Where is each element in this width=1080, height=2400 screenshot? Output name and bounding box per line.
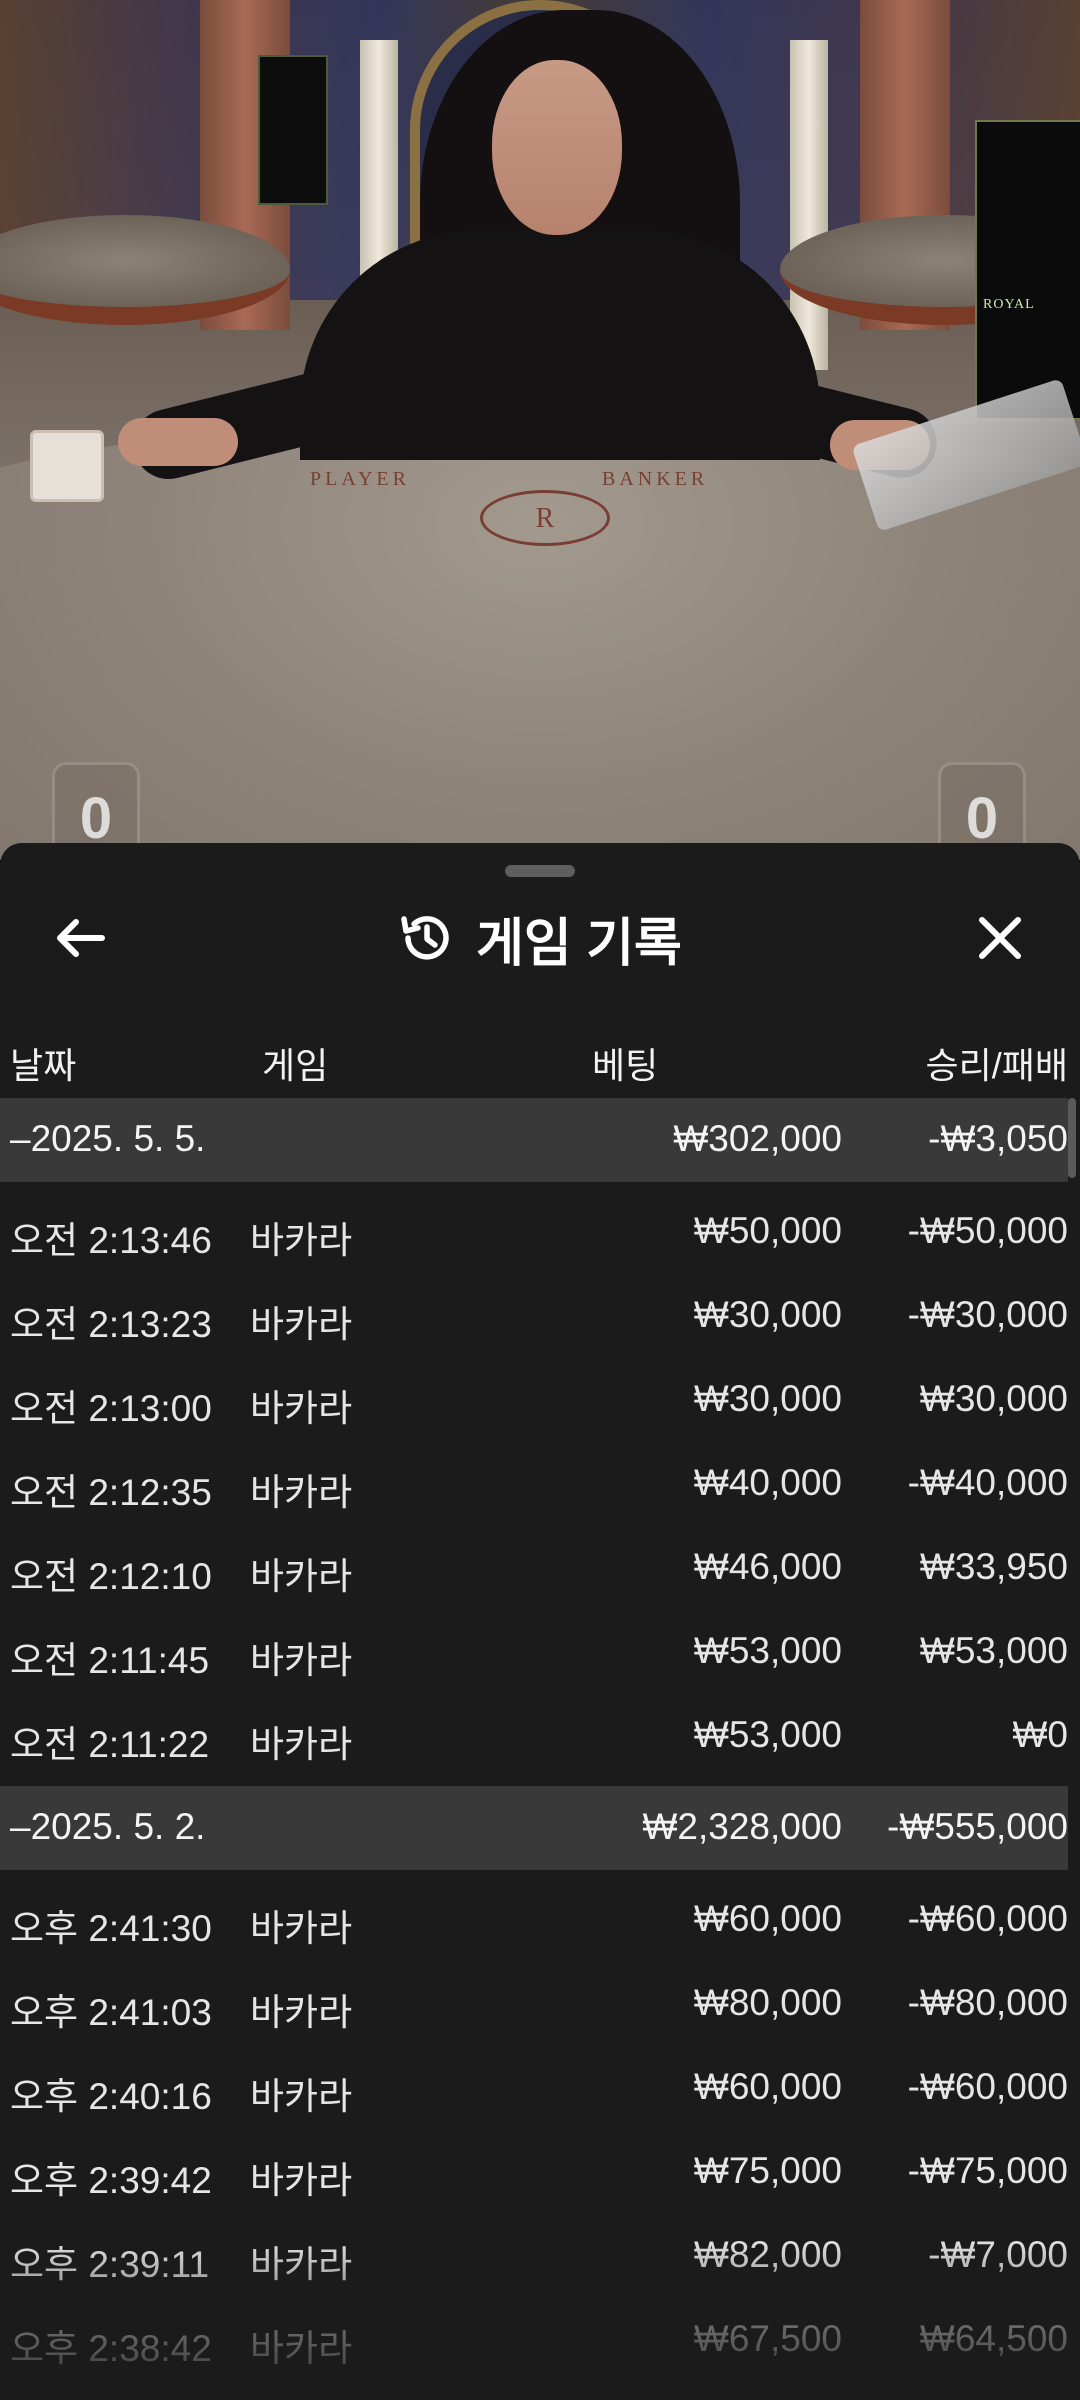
row-result: ₩30,000 [919,1378,1068,1419]
column-header-bet: 베팅 [592,1045,659,1086]
scrollbar[interactable] [1068,1098,1076,1178]
row-game: 바카라 [250,1472,353,1513]
history-row[interactable]: 오전 2:13:46 바카라 ₩50,000 -₩50,000 [0,1190,1068,1274]
history-row[interactable]: 오후 2:41:30 바카라 ₩60,000 -₩60,000 [0,1878,1068,1962]
row-time: 오후 2:40:16 [10,2076,212,2117]
row-bet: ₩53,000 [693,1630,842,1671]
row-time: 오후 2:41:03 [10,1992,212,2033]
row-result: ₩53,000 [919,1630,1068,1671]
row-game: 바카라 [250,1908,353,1949]
history-row[interactable]: 오전 2:13:23 바카라 ₩30,000 -₩30,000 [0,1274,1068,1358]
row-bet: ₩67,500 [693,2318,842,2359]
history-row[interactable]: 오전 2:12:35 바카라 ₩40,000 -₩40,000 [0,1442,1068,1526]
game-history-sheet: 게임 기록 날짜 게임 베팅 승리/패배 –2025. 5. 5. ₩302,0… [0,843,1080,2400]
row-result: -₩60,000 [907,1898,1068,1939]
row-bet: ₩53,000 [693,1714,842,1755]
table-emblem: R [480,490,610,546]
sheet-header: 게임 기록 [0,883,1080,993]
row-bet: ₩40,000 [693,1462,842,1503]
row-time: 오전 2:12:10 [10,1556,212,1597]
row-game: 바카라 [250,1556,353,1597]
drag-handle[interactable] [505,865,575,877]
row-bet: ₩60,000 [693,1898,842,1939]
table-sign [258,55,328,205]
dealer-face [492,60,622,235]
row-game: 바카라 [250,1992,353,2033]
row-game: 바카라 [250,2160,353,2201]
history-list[interactable]: –2025. 5. 5. ₩302,000 -₩3,050 오전 2:13:46… [0,1098,1068,2382]
card-deck [30,430,104,502]
table-sign: ROYAL [975,120,1080,420]
row-time: 오전 2:13:23 [10,1304,212,1345]
group-total-bet: ₩302,000 [673,1118,842,1159]
banker-felt-label: BANKER [602,468,709,490]
date-group-row[interactable]: –2025. 5. 5. ₩302,000 -₩3,050 [0,1098,1068,1182]
row-result: -₩75,000 [907,2150,1068,2191]
row-time: 오후 2:39:11 [10,2244,210,2285]
group-date: –2025. 5. 5. [10,1118,206,1159]
group-total-result: -₩3,050 [928,1118,1068,1159]
row-result: -₩80,000 [907,1982,1068,2023]
row-bet: ₩60,000 [693,2066,842,2107]
history-row[interactable]: 오전 2:13:00 바카라 ₩30,000 ₩30,000 [0,1358,1068,1442]
dealer-hand [118,418,238,466]
history-row[interactable]: 오후 2:38:42 바카라 ₩67,500 ₩64,500 [0,2298,1068,2382]
row-game: 바카라 [250,1220,353,1261]
row-result: -₩7,000 [928,2234,1068,2275]
row-result: -₩40,000 [907,1462,1068,1503]
row-result: ₩0 [1012,1714,1069,1755]
row-time: 오전 2:11:22 [10,1724,210,1765]
group-total-result: -₩555,000 [887,1806,1068,1847]
row-bet: ₩50,000 [693,1210,842,1251]
column-header-game: 게임 [262,1045,329,1086]
row-time: 오후 2:38:42 [10,2328,212,2369]
row-time: 오전 2:13:46 [10,1220,212,1261]
row-bet: ₩46,000 [693,1546,842,1587]
row-result: -₩60,000 [907,2066,1068,2107]
history-row[interactable]: 오후 2:39:42 바카라 ₩75,000 -₩75,000 [0,2130,1068,2214]
column-header-result: 승리/패배 [925,1045,1068,1086]
player-felt-label: PLAYER [310,468,410,490]
row-game: 바카라 [250,1724,353,1765]
history-row[interactable]: 오후 2:39:11 바카라 ₩82,000 -₩7,000 [0,2214,1068,2298]
row-result: -₩50,000 [907,1210,1068,1251]
row-result: -₩30,000 [907,1294,1068,1335]
row-bet: ₩82,000 [693,2234,842,2275]
row-time: 오전 2:12:35 [10,1472,212,1513]
date-group-row[interactable]: –2025. 5. 2. ₩2,328,000 -₩555,000 [0,1786,1068,1870]
row-time: 오전 2:11:45 [10,1640,210,1681]
row-game: 바카라 [250,2076,353,2117]
row-bet: ₩80,000 [693,1982,842,2023]
column-header-date: 날짜 [10,1045,77,1086]
history-row[interactable]: 오후 2:40:16 바카라 ₩60,000 -₩60,000 [0,2046,1068,2130]
history-row[interactable]: 오전 2:11:22 바카라 ₩53,000 ₩0 [0,1694,1068,1778]
page-title: 게임 기록 [476,914,682,973]
row-game: 바카라 [250,2328,353,2369]
close-button[interactable] [970,908,1030,968]
row-time: 오후 2:41:30 [10,1908,212,1949]
live-dealer-video: ROYAL PLAYER BANKER R 0 0 [0,0,1080,860]
close-icon [979,917,1021,959]
row-bet: ₩75,000 [693,2150,842,2191]
row-game: 바카라 [250,1388,353,1429]
history-row[interactable]: 오후 2:41:03 바카라 ₩80,000 -₩80,000 [0,1962,1068,2046]
history-row[interactable]: 오전 2:11:45 바카라 ₩53,000 ₩53,000 [0,1610,1068,1694]
row-bet: ₩30,000 [693,1294,842,1335]
row-result: ₩64,500 [919,2318,1068,2359]
row-bet: ₩30,000 [693,1378,842,1419]
column-headers: 날짜 게임 베팅 승리/패배 [0,1023,1080,1095]
history-row[interactable]: 오전 2:12:10 바카라 ₩46,000 ₩33,950 [0,1526,1068,1610]
history-clock-icon [401,916,449,960]
group-total-bet: ₩2,328,000 [642,1806,842,1847]
row-game: 바카라 [250,1304,353,1345]
row-game: 바카라 [250,2244,353,2285]
row-result: ₩33,950 [919,1546,1068,1587]
row-time: 오전 2:13:00 [10,1388,212,1429]
row-game: 바카라 [250,1640,353,1681]
group-date: –2025. 5. 2. [10,1806,206,1847]
row-time: 오후 2:39:42 [10,2160,212,2201]
